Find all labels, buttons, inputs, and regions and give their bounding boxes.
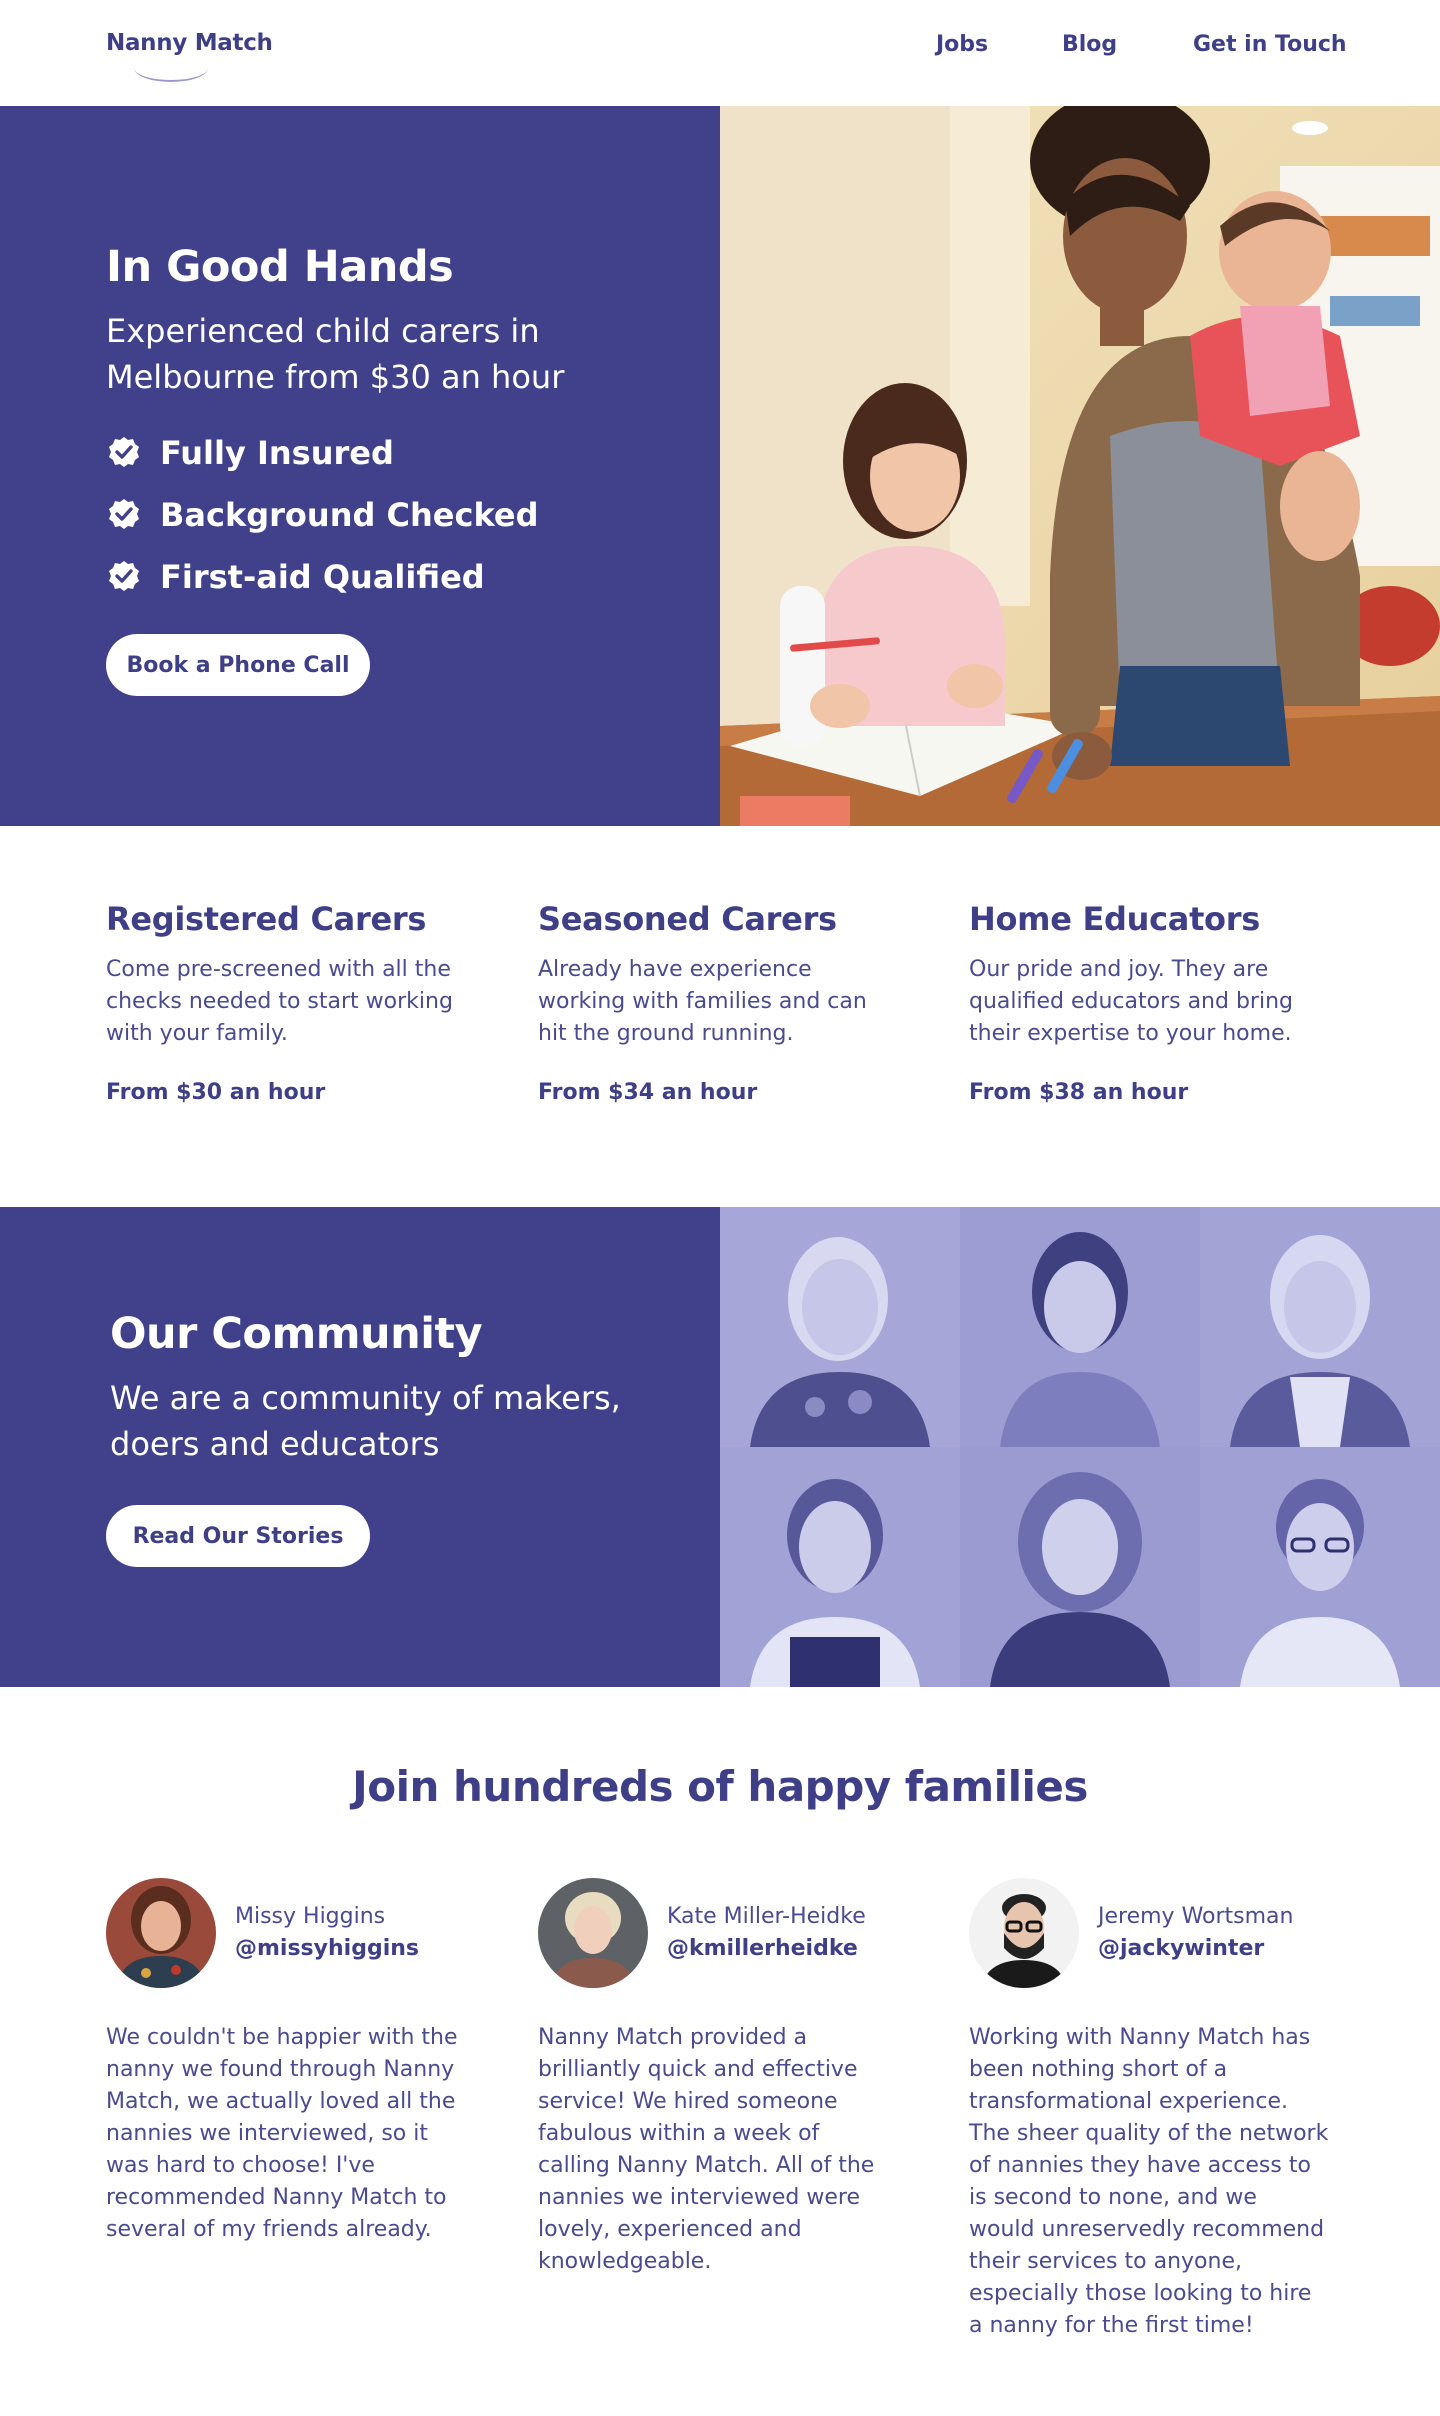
community-portrait: [720, 1207, 960, 1447]
logo-smile-icon: [134, 54, 208, 82]
feature-item: Fully Insured: [106, 422, 538, 484]
carer-title: Seasoned Carers: [538, 900, 837, 938]
portrait-illustration: [1200, 1207, 1440, 1447]
portrait-illustration: [1200, 1447, 1440, 1687]
logo-text: Nanny Match: [106, 30, 273, 56]
testimonial-name: Kate Miller-Heidke: [667, 1904, 866, 1929]
feature-label: Background Checked: [160, 496, 539, 534]
community-portrait: [720, 1447, 960, 1687]
community-panel: Our Community We are a community of make…: [0, 1207, 720, 1687]
testimonial-name: Jeremy Wortsman: [1098, 1904, 1294, 1929]
testimonial-name: Missy Higgins: [235, 1904, 386, 1929]
badge-check-icon: [109, 499, 139, 529]
badge-check-icon: [109, 437, 139, 467]
avatar-illustration: [969, 1878, 1079, 1988]
carer-price: From $34 an hour: [538, 1080, 758, 1105]
avatar: [538, 1878, 648, 1988]
site-header: Nanny Match Jobs Blog Get in Touch: [0, 0, 1440, 106]
community-subtitle: We are a community of makers, doers and …: [110, 1379, 621, 1463]
testimonials-title: Join hundreds of happy families: [352, 1762, 1088, 1811]
community-portrait: [960, 1207, 1200, 1447]
feature-item: Background Checked: [106, 484, 538, 546]
carer-card: Registered Carers Come pre-screened with…: [106, 900, 466, 1105]
carer-price: From $38 an hour: [969, 1080, 1189, 1105]
carer-description: Already have experience working with fam…: [538, 957, 867, 1046]
testimonial-handle[interactable]: @kmillerheidke: [667, 1936, 858, 1961]
logo[interactable]: Nanny Match: [106, 30, 273, 82]
hero-photo-illustration: [720, 106, 1440, 826]
hero-title: In Good Hands: [106, 242, 454, 292]
testimonial-quote: We couldn't be happier with the nanny we…: [106, 2025, 458, 2242]
carer-card: Seasoned Carers Already have experience …: [538, 900, 898, 1105]
nav-blog[interactable]: Blog: [1062, 32, 1117, 57]
hero-photo: [720, 106, 1440, 826]
testimonial-handle[interactable]: @missyhiggins: [235, 1936, 419, 1961]
portrait-illustration: [960, 1207, 1200, 1447]
carer-price: From $30 an hour: [106, 1080, 326, 1105]
community-photo-grid: [720, 1207, 1440, 1687]
feature-label: Fully Insured: [160, 434, 394, 472]
book-phone-call-button[interactable]: Book a Phone Call: [106, 634, 370, 696]
avatar-illustration: [106, 1878, 216, 1988]
hero-panel: In Good Hands Experienced child carers i…: [0, 106, 720, 826]
feature-list: Fully Insured Background Checked First-a…: [106, 422, 538, 608]
carer-description: Our pride and joy. They are qualified ed…: [969, 957, 1293, 1046]
feature-label: First-aid Qualified: [160, 558, 485, 596]
avatar: [106, 1878, 216, 1988]
carer-title: Home Educators: [969, 900, 1260, 938]
portrait-illustration: [960, 1447, 1200, 1687]
carer-title: Registered Carers: [106, 900, 427, 938]
community-portrait: [1200, 1207, 1440, 1447]
carer-description: Come pre-screened with all the checks ne…: [106, 957, 453, 1046]
carer-card: Home Educators Our pride and joy. They a…: [969, 900, 1329, 1105]
nav-get-in-touch[interactable]: Get in Touch: [1193, 32, 1347, 57]
testimonial-quote: Nanny Match provided a brilliantly quick…: [538, 2025, 875, 2274]
avatar: [969, 1878, 1079, 1988]
avatar-illustration: [538, 1878, 648, 1988]
community-portrait: [960, 1447, 1200, 1687]
hero-subtitle: Experienced child carers in Melbourne fr…: [106, 312, 565, 396]
testimonial-quote: Working with Nanny Match has been nothin…: [969, 2025, 1329, 2338]
testimonial-handle[interactable]: @jackywinter: [1098, 1936, 1264, 1961]
feature-item: First-aid Qualified: [106, 546, 538, 608]
community-title: Our Community: [110, 1309, 483, 1359]
community-portrait: [1200, 1447, 1440, 1687]
portrait-illustration: [720, 1207, 960, 1447]
badge-check-icon: [109, 561, 139, 591]
nav-jobs[interactable]: Jobs: [936, 32, 988, 57]
portrait-illustration: [720, 1447, 960, 1687]
read-our-stories-button[interactable]: Read Our Stories: [106, 1505, 370, 1567]
